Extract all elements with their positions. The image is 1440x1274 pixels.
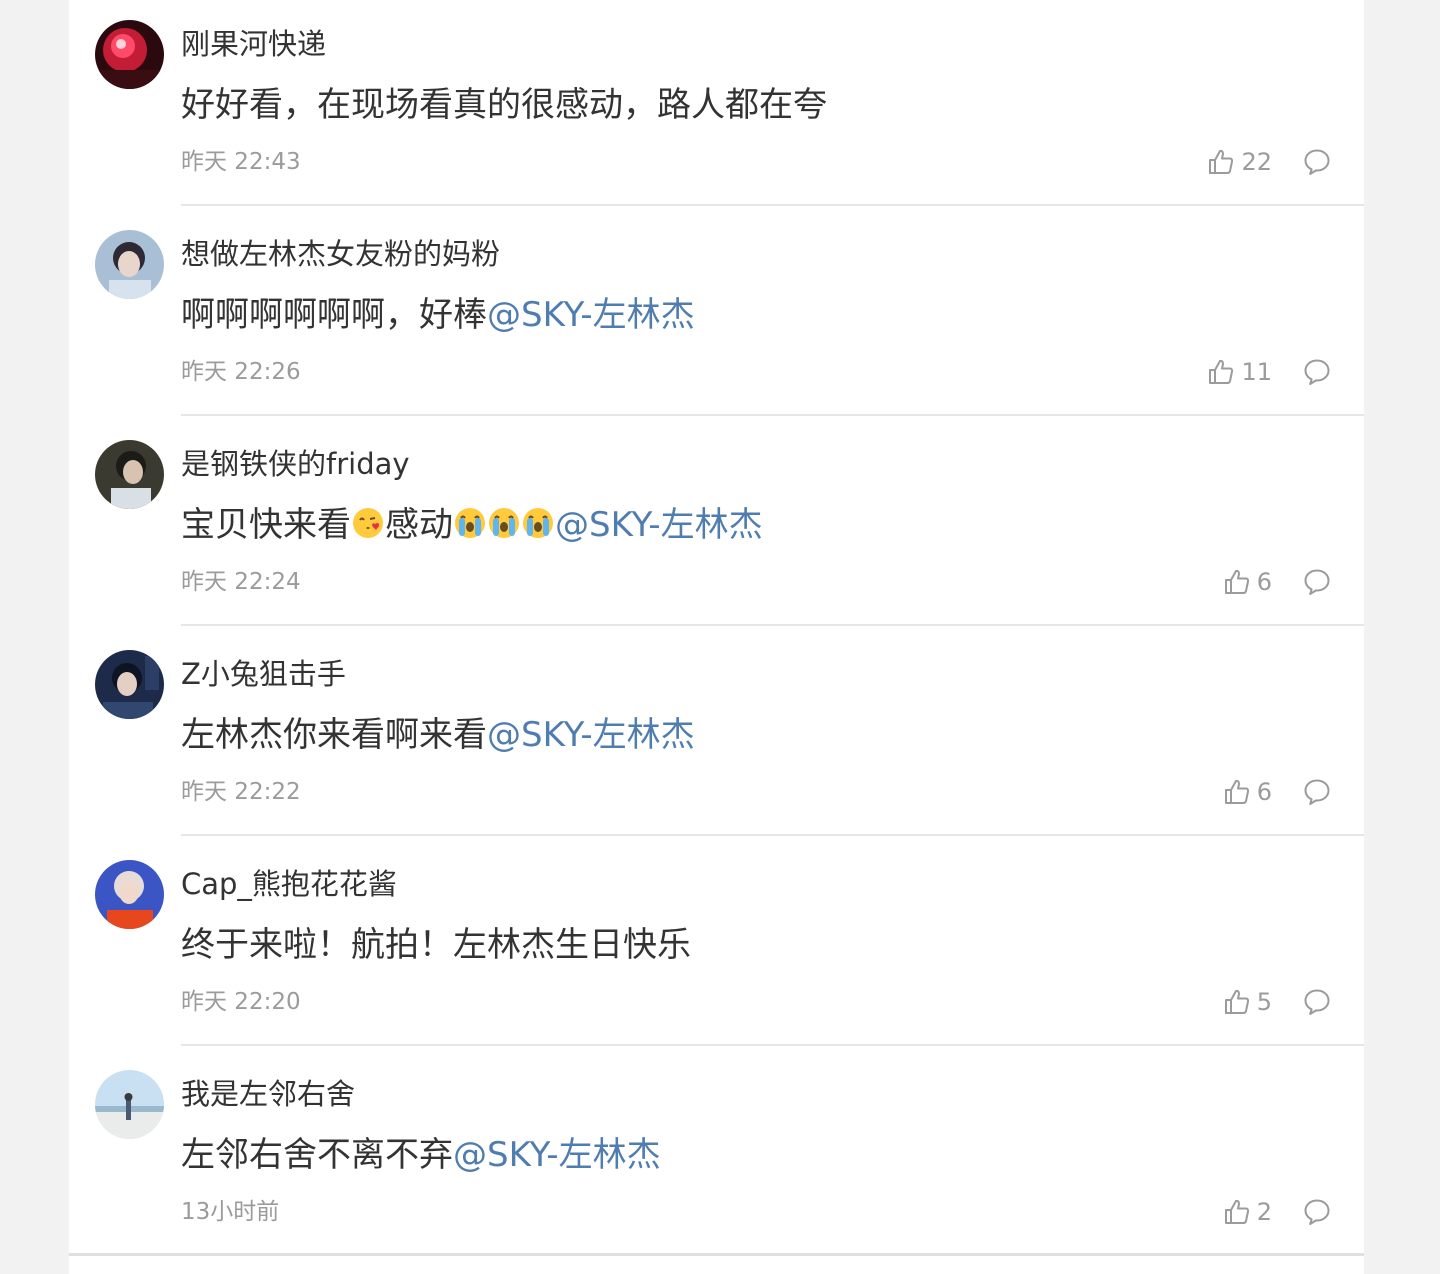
divider bbox=[181, 624, 1364, 626]
comment-text: 终于来啦！航拍！左林杰生日快乐 bbox=[181, 925, 691, 965]
like-count: 22 bbox=[1241, 148, 1272, 176]
like-button[interactable]: 2 bbox=[1223, 1196, 1272, 1228]
like-button[interactable]: 22 bbox=[1207, 146, 1272, 178]
speech-bubble-icon[interactable] bbox=[1303, 568, 1331, 596]
timestamp: 昨天 22:22 bbox=[181, 779, 301, 805]
thumbs-up-icon bbox=[1209, 149, 1234, 174]
thumbs-up-icon bbox=[1224, 779, 1249, 804]
face-blowing-kiss-emoji bbox=[353, 508, 383, 538]
avatar[interactable] bbox=[95, 230, 164, 299]
thumbs-up-icon bbox=[1224, 569, 1249, 594]
loudly-crying-face-emoji bbox=[455, 508, 485, 538]
comment-text-content: 左林杰你来看啊来看 bbox=[181, 715, 487, 755]
speech-bubble-icon[interactable] bbox=[1303, 778, 1331, 806]
avatar[interactable] bbox=[95, 860, 164, 929]
thumbs-up-icon bbox=[1224, 1199, 1249, 1224]
comment-text-content: 感动 bbox=[385, 505, 453, 545]
comment-text-content: 宝贝快来看 bbox=[181, 505, 351, 545]
mention-link[interactable]: @SKY-左林杰 bbox=[453, 1135, 661, 1175]
comment-item: 刚果河快递 好好看，在现场看真的很感动，路人都在夸 昨天 22:43 22 bbox=[69, 0, 1364, 210]
avatar[interactable] bbox=[95, 440, 164, 509]
like-count: 6 bbox=[1256, 568, 1272, 596]
divider bbox=[181, 204, 1364, 206]
comment-item: Cap_熊抱花花酱 终于来啦！航拍！左林杰生日快乐 昨天 22:20 5 bbox=[69, 840, 1364, 1050]
username[interactable]: Z小兔狙击手 bbox=[181, 654, 346, 694]
like-count: 6 bbox=[1256, 778, 1272, 806]
username[interactable]: Cap_熊抱花花酱 bbox=[181, 864, 397, 904]
speech-bubble-icon[interactable] bbox=[1303, 988, 1331, 1016]
comment-text: 宝贝快来看 感动 @SKY-左林杰 bbox=[181, 502, 763, 548]
divider bbox=[181, 414, 1364, 416]
comment-item: Z小兔狙击手 左林杰你来看啊来看@SKY-左林杰 昨天 22:22 6 bbox=[69, 630, 1364, 840]
like-count: 11 bbox=[1241, 358, 1272, 386]
thumbs-up-icon bbox=[1224, 989, 1249, 1014]
comment-text: 好好看，在现场看真的很感动，路人都在夸 bbox=[181, 85, 827, 125]
mention-link[interactable]: @SKY-左林杰 bbox=[487, 715, 695, 755]
username[interactable]: 是钢铁侠的friday bbox=[181, 444, 410, 484]
comment-text-content: 左邻右舍不离不弃 bbox=[181, 1135, 453, 1175]
comment-text: 左邻右舍不离不弃@SKY-左林杰 bbox=[181, 1132, 661, 1178]
comment-item: 是钢铁侠的friday 宝贝快来看 感动 @SKY-左林杰 昨天 22:24 6 bbox=[69, 420, 1364, 630]
mention-link[interactable]: @SKY-左林杰 bbox=[487, 295, 695, 335]
like-button[interactable]: 6 bbox=[1223, 776, 1272, 808]
comment-list: 刚果河快递 好好看，在现场看真的很感动，路人都在夸 昨天 22:43 22 想做… bbox=[69, 0, 1364, 1274]
loudly-crying-face-emoji bbox=[489, 508, 519, 538]
avatar[interactable] bbox=[95, 650, 164, 719]
mention-link[interactable]: @SKY-左林杰 bbox=[555, 505, 763, 545]
timestamp: 昨天 22:20 bbox=[181, 989, 301, 1015]
timestamp: 昨天 22:26 bbox=[181, 359, 301, 385]
speech-bubble-icon[interactable] bbox=[1303, 1198, 1331, 1226]
divider bbox=[181, 834, 1364, 836]
loudly-crying-face-emoji bbox=[523, 508, 553, 538]
comment-text-content: 啊啊啊啊啊啊，好棒 bbox=[181, 295, 487, 335]
speech-bubble-icon[interactable] bbox=[1303, 358, 1331, 386]
like-button[interactable]: 6 bbox=[1223, 566, 1272, 598]
like-count: 2 bbox=[1256, 1198, 1272, 1226]
thumbs-up-icon bbox=[1209, 359, 1234, 384]
username[interactable]: 想做左林杰女友粉的妈粉 bbox=[181, 234, 500, 274]
like-count: 5 bbox=[1256, 988, 1272, 1016]
comment-text: 啊啊啊啊啊啊，好棒@SKY-左林杰 bbox=[181, 292, 695, 338]
divider bbox=[181, 1044, 1364, 1046]
username[interactable]: 我是左邻右舍 bbox=[181, 1074, 355, 1114]
comment-text: 左林杰你来看啊来看@SKY-左林杰 bbox=[181, 712, 695, 758]
timestamp: 昨天 22:43 bbox=[181, 149, 301, 175]
list-bottom-border bbox=[69, 1253, 1364, 1256]
avatar[interactable] bbox=[95, 1070, 164, 1139]
username[interactable]: 刚果河快递 bbox=[181, 24, 326, 64]
timestamp: 昨天 22:24 bbox=[181, 569, 301, 595]
comment-item: 我是左邻右舍 左邻右舍不离不弃@SKY-左林杰 13小时前 2 bbox=[69, 1050, 1364, 1260]
avatar[interactable] bbox=[95, 20, 164, 89]
like-button[interactable]: 11 bbox=[1207, 356, 1272, 388]
like-button[interactable]: 5 bbox=[1223, 986, 1272, 1018]
speech-bubble-icon[interactable] bbox=[1303, 148, 1331, 176]
comment-item: 想做左林杰女友粉的妈粉 啊啊啊啊啊啊，好棒@SKY-左林杰 昨天 22:26 1… bbox=[69, 210, 1364, 420]
timestamp: 13小时前 bbox=[181, 1199, 280, 1225]
